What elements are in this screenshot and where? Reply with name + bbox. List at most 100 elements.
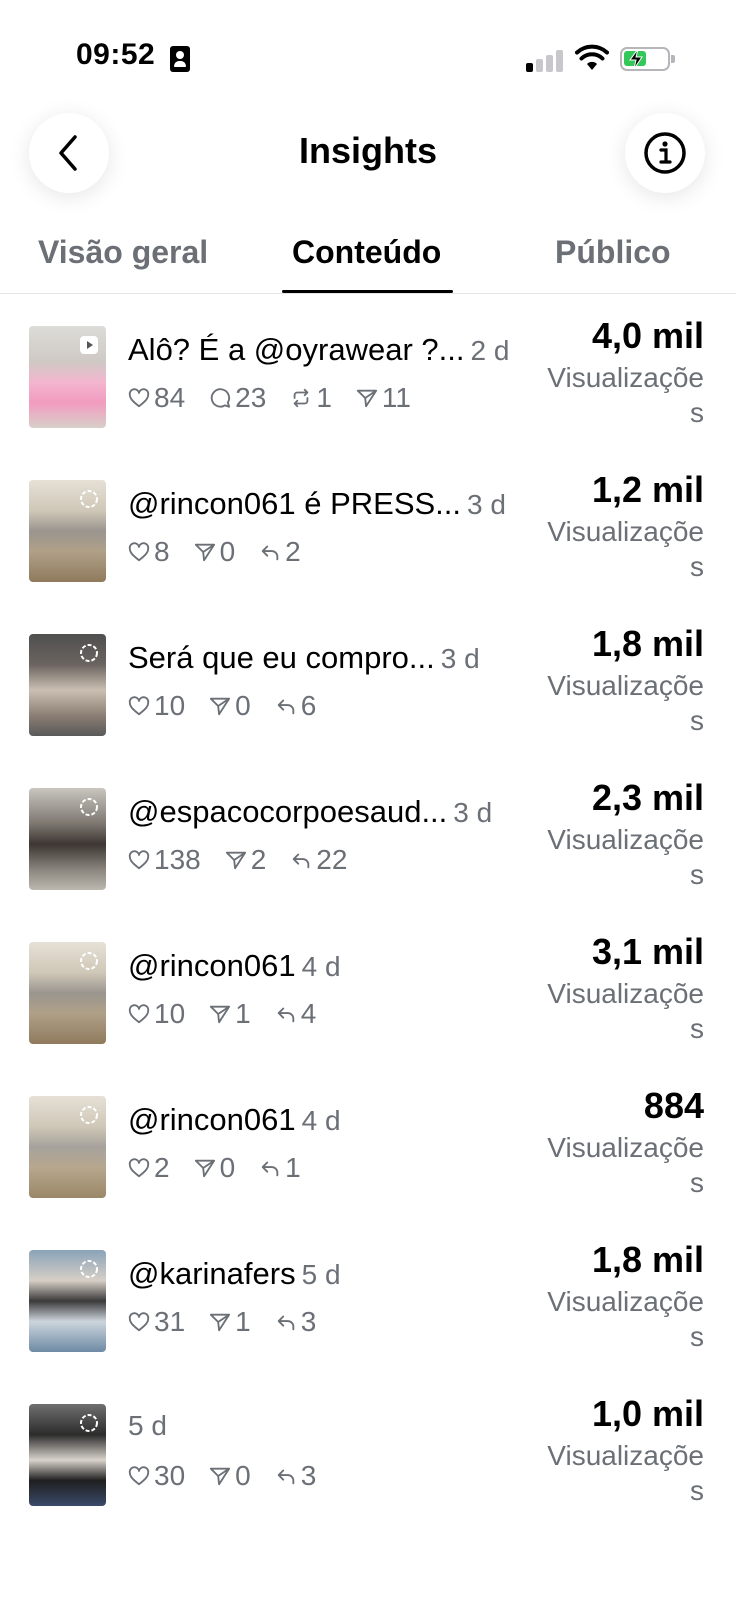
reel-icon [80, 336, 98, 354]
views-value: 1,2 mil [591, 469, 704, 510]
tab-audience[interactable]: Público [555, 234, 671, 271]
story-ring-icon [80, 1106, 98, 1124]
heart-icon [128, 1466, 150, 1486]
status-time: 09:52 [76, 38, 156, 71]
active-tab-indicator [282, 290, 453, 293]
heart-icon [128, 850, 150, 870]
views-value: 1,8 mil [591, 1239, 704, 1280]
reply-icon [277, 1007, 294, 1023]
engagement-stats: 84 23 1 11 [128, 382, 435, 414]
replies-count: 6 [300, 690, 317, 721]
content-item[interactable]: Será que eu compro... 3 d 10 0 6 1,8 mil… [0, 602, 736, 756]
views-label: Visualizações [547, 1440, 704, 1506]
tab-overview[interactable]: Visão geral [38, 234, 208, 271]
content-list: Alô? É a @oyrawear ?... 2 d 84 23 1 11 4… [0, 294, 736, 1526]
reply-icon [293, 853, 310, 869]
content-item[interactable]: @espacocorpoesaud... 3 d 138 2 22 2,3 mi… [0, 756, 736, 910]
views-label: Visualizações [547, 1286, 704, 1352]
content-thumbnail[interactable] [29, 480, 106, 582]
views-value: 1,0 mil [591, 1393, 704, 1434]
tab-bar: Visão geral Conteúdo Público [0, 228, 736, 294]
engagement-stats: 10 0 6 [128, 690, 340, 722]
share-icon [210, 1467, 231, 1486]
views-label: Visualizações [547, 362, 704, 428]
story-ring-icon [80, 1414, 98, 1432]
content-thumbnail[interactable] [29, 1250, 106, 1352]
content-item[interactable]: @rincon061 4 d 10 1 4 3,1 mil Visualizaç… [0, 910, 736, 1064]
repost-icon [293, 388, 309, 408]
heart-icon [128, 696, 150, 716]
content-age: 5 d [301, 1259, 341, 1290]
content-age: 4 d [301, 951, 341, 982]
replies-count: 3 [300, 1306, 317, 1337]
content-item[interactable]: Alô? É a @oyrawear ?... 2 d 84 23 1 11 4… [0, 294, 736, 448]
views-label: Visualizações [547, 978, 704, 1044]
engagement-stats: 138 2 22 [128, 844, 371, 876]
reply-icon [261, 1161, 279, 1177]
status-bar: 09:52 [0, 0, 736, 110]
content-thumbnail[interactable] [29, 326, 106, 428]
content-thumbnail[interactable] [29, 634, 106, 736]
engagement-stats: 30 0 3 [128, 1460, 340, 1492]
content-caption: @rincon061 [128, 1102, 296, 1137]
content-thumbnail[interactable] [29, 1404, 106, 1506]
shares-count: 0 [235, 1460, 251, 1491]
shares-count: 1 [235, 1306, 251, 1337]
info-button[interactable] [625, 113, 705, 193]
content-age: 5 d [128, 1410, 167, 1441]
reply-icon [277, 699, 294, 715]
battery-charging-icon [620, 47, 675, 71]
likes-count: 30 [154, 1460, 186, 1491]
likes-count: 31 [154, 1306, 186, 1337]
engagement-stats: 8 0 2 [128, 536, 325, 568]
likes-count: 2 [154, 1152, 170, 1183]
engagement-stats: 2 0 1 [128, 1152, 325, 1184]
content-caption: @rincon061 é PRESS... [128, 486, 462, 521]
share-icon [210, 1313, 231, 1332]
content-caption: @rincon061 [128, 948, 296, 983]
share-icon [225, 851, 246, 870]
likes-count: 10 [154, 690, 186, 721]
views-value: 1,8 mil [591, 623, 704, 664]
views-value: 884 [643, 1085, 704, 1126]
content-caption: Será que eu compro... [128, 640, 435, 675]
story-ring-icon [80, 1260, 98, 1278]
shares-count: 1 [235, 998, 251, 1029]
reply-icon [261, 545, 279, 561]
wifi-icon [575, 44, 609, 70]
shares-count: 0 [219, 1152, 236, 1183]
replies-count: 1 [285, 1152, 301, 1183]
heart-icon [128, 1312, 150, 1332]
content-age: 4 d [301, 1105, 341, 1136]
share-icon [194, 543, 215, 562]
shares-count: 0 [235, 690, 251, 721]
views-label: Visualizações [547, 670, 704, 736]
tab-content[interactable]: Conteúdo [292, 234, 441, 271]
views-label: Visualizações [547, 824, 704, 890]
likes-count: 10 [154, 998, 186, 1029]
engagement-stats: 31 1 3 [128, 1306, 340, 1338]
comments-count: 23 [235, 382, 267, 413]
content-age: 3 d [453, 797, 493, 828]
info-icon [644, 132, 686, 174]
share-icon [356, 389, 377, 408]
replies-count: 4 [300, 998, 317, 1029]
replies-count: 2 [285, 536, 301, 567]
content-item[interactable]: @karinafers 5 d 31 1 3 1,8 mil Visualiza… [0, 1218, 736, 1372]
share-icon [210, 1005, 231, 1024]
content-item[interactable]: @rincon061 4 d 2 0 1 884 Visualizações [0, 1064, 736, 1218]
reply-icon [277, 1469, 294, 1485]
share-icon [210, 697, 231, 716]
likes-count: 138 [154, 844, 201, 875]
story-ring-icon [80, 644, 98, 662]
content-item[interactable]: 5 d 30 0 3 1,0 mil Visualizações [0, 1372, 736, 1526]
likes-count: 8 [154, 536, 170, 567]
heart-icon [128, 542, 150, 562]
content-item[interactable]: @rincon061 é PRESS... 3 d 8 0 2 1,2 mil … [0, 448, 736, 602]
replies-count: 3 [300, 1460, 317, 1491]
heart-icon [128, 1004, 150, 1024]
engagement-stats: 10 1 4 [128, 998, 340, 1030]
content-thumbnail[interactable] [29, 942, 106, 1044]
content-thumbnail[interactable] [29, 788, 106, 890]
content-thumbnail[interactable] [29, 1096, 106, 1198]
